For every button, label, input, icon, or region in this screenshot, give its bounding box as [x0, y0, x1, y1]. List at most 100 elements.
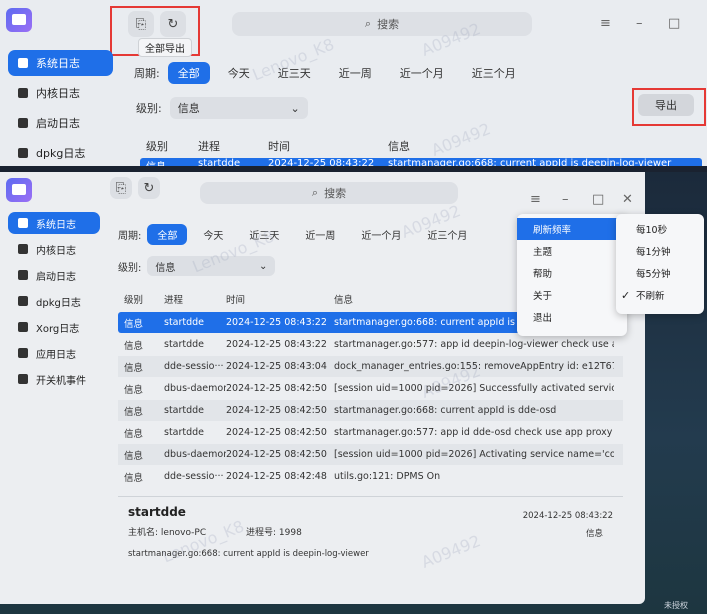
- search-placeholder: 搜索: [324, 187, 347, 200]
- period-3days[interactable]: 近三天: [268, 62, 321, 84]
- refresh-icon: ↻: [167, 16, 179, 32]
- row-time: 2024-12-25 08:42:50: [226, 427, 327, 438]
- row-level: 信息: [140, 158, 198, 166]
- col-header-info[interactable]: 信息: [388, 138, 410, 154]
- export-all-button[interactable]: ⎘: [128, 11, 154, 37]
- menu-item-theme[interactable]: 主题 ›: [517, 240, 627, 262]
- app-logo-icon: [6, 8, 32, 32]
- export-icon: ⎘: [115, 180, 127, 196]
- menu-item-help[interactable]: 帮助: [517, 262, 627, 284]
- search-input[interactable]: ⌕ 搜索: [232, 12, 532, 36]
- table-row[interactable]: 信息 startdde 2024-12-25 08:42:50 startman…: [118, 422, 623, 443]
- table-row[interactable]: 信息 startdde 2024-12-25 08:43:22 startman…: [118, 334, 623, 355]
- col-header-process[interactable]: 进程: [198, 138, 220, 154]
- col-header-level[interactable]: 级别: [118, 292, 164, 306]
- main-menu-icon[interactable]: ≡: [600, 16, 611, 31]
- row-time: 2024-12-25 08:42:50: [226, 405, 327, 416]
- dpkg-log-icon: [18, 296, 28, 306]
- export-icon: ⎘: [135, 16, 147, 32]
- period-today[interactable]: 今天: [218, 62, 260, 84]
- sidebar-item-label: dpkg日志: [36, 147, 86, 160]
- row-level: 信息: [124, 472, 144, 484]
- maximize-button[interactable]: □: [668, 16, 680, 31]
- detail-time: 2024-12-25 08:43:22: [522, 511, 613, 521]
- table-row[interactable]: 信息 dbus-daemon 2024-12-25 08:42:50 [sess…: [118, 444, 623, 465]
- period-month[interactable]: 近一个月: [390, 62, 454, 84]
- log-viewer-window: ⎘ ↻ ⌕ 搜索 ≡ – □ ✕ 系统日志 内核日志 启动日志 dpkg日志 X…: [0, 172, 704, 604]
- refresh-button[interactable]: ↻: [160, 11, 186, 37]
- submenu-item-10s[interactable]: 每10秒: [616, 218, 704, 240]
- detail-pane: startdde 主机名: lenovo-PC 进程号: 1998 2024-1…: [118, 496, 623, 597]
- table-row[interactable]: 信息 startdde 2024-12-25 08:42:50 startman…: [118, 400, 623, 421]
- row-time: 2024-12-25 08:42:50: [226, 449, 327, 460]
- menu-item-exit[interactable]: 退出: [517, 306, 627, 328]
- col-header-time[interactable]: 时间: [226, 292, 334, 306]
- sidebar-item-dpkg-log[interactable]: dpkg日志: [8, 140, 113, 166]
- submenu-item-never[interactable]: ✓ 不刷新: [616, 284, 704, 306]
- submenu-item-label: 不刷新: [636, 291, 665, 302]
- row-time: 2024-12-25 08:43:04: [226, 361, 327, 372]
- level-filter: 级别: 信息 ⌄: [118, 256, 276, 276]
- period-3months[interactable]: 近三个月: [417, 224, 477, 245]
- menu-item-refresh-rate[interactable]: 刷新频率 ›: [517, 218, 627, 240]
- submenu-item-1min[interactable]: 每1分钟: [616, 240, 704, 262]
- menu-item-label: 关于: [533, 291, 553, 302]
- sidebar-item-boot-log[interactable]: 启动日志: [8, 264, 100, 286]
- sidebar-item-dpkg-log[interactable]: dpkg日志: [8, 290, 100, 312]
- chevron-down-icon: ⌄: [258, 260, 268, 272]
- power-events-icon: [18, 374, 28, 384]
- row-level: 信息: [124, 318, 144, 330]
- sidebar-item-kernel-log[interactable]: 内核日志: [8, 238, 100, 260]
- period-3days[interactable]: 近三天: [239, 224, 289, 245]
- search-placeholder: 搜索: [377, 18, 400, 31]
- period-month[interactable]: 近一个月: [351, 224, 411, 245]
- detail-pid: 进程号: 1998: [246, 525, 302, 538]
- period-week[interactable]: 近一周: [329, 62, 382, 84]
- level-select[interactable]: 信息 ⌄: [169, 97, 308, 119]
- maximize-button[interactable]: □: [592, 192, 604, 207]
- submenu-item-5min[interactable]: 每5分钟: [616, 262, 704, 284]
- col-header-level[interactable]: 级别: [146, 138, 168, 154]
- sidebar-item-system-log[interactable]: 系统日志: [8, 212, 100, 234]
- level-select[interactable]: 信息 ⌄: [147, 256, 276, 276]
- table-row[interactable]: 信息 dde-sessio··· 2024-12-25 08:43:04 doc…: [118, 356, 623, 377]
- detail-message: startmanager.go:668: current appId is de…: [128, 549, 369, 559]
- table-row[interactable]: 信息 startdde 2024-12-25 08:43:22 startman…: [140, 158, 702, 166]
- table-row[interactable]: 信息 dde-sessio··· 2024-12-25 08:42:48 uti…: [118, 466, 623, 487]
- menu-item-label: 帮助: [533, 269, 553, 280]
- close-button[interactable]: ✕: [622, 192, 633, 207]
- app-log-icon: [18, 348, 28, 358]
- level-label: 级别:: [118, 262, 142, 274]
- main-menu-icon[interactable]: ≡: [530, 192, 541, 207]
- minimize-button[interactable]: –: [562, 192, 569, 207]
- table-row[interactable]: 信息 dbus-daemon 2024-12-25 08:42:50 [sess…: [118, 378, 623, 399]
- col-header-process[interactable]: 进程: [164, 292, 226, 306]
- sidebar-item-power-events[interactable]: 开关机事件: [8, 368, 100, 390]
- sidebar-item-boot-log[interactable]: 启动日志: [8, 110, 113, 136]
- period-week[interactable]: 近一周: [295, 224, 345, 245]
- row-process: startdde: [164, 427, 205, 438]
- period-today[interactable]: 今天: [193, 224, 233, 245]
- refresh-icon: ↻: [143, 180, 155, 196]
- kernel-log-icon: [18, 88, 28, 98]
- app-logo-icon: [6, 178, 32, 202]
- row-info: dock_manager_entries.go:155: removeAppEn…: [334, 361, 614, 372]
- row-level: 信息: [124, 384, 144, 396]
- sidebar-item-app-log[interactable]: 应用日志: [8, 342, 100, 364]
- export-button[interactable]: 导出: [638, 94, 694, 116]
- refresh-button[interactable]: ↻: [138, 177, 160, 199]
- sidebar-item-label: 系统日志: [36, 57, 80, 70]
- export-all-button[interactable]: ⎘: [110, 177, 132, 199]
- period-3months[interactable]: 近三个月: [462, 62, 526, 84]
- row-level: 信息: [124, 428, 144, 440]
- period-all[interactable]: 全部: [147, 224, 188, 245]
- col-header-time[interactable]: 时间: [268, 138, 290, 154]
- sidebar-item-system-log[interactable]: 系统日志: [8, 50, 113, 76]
- checkmark-icon: ✓: [621, 288, 631, 302]
- period-all[interactable]: 全部: [167, 62, 210, 84]
- menu-item-about[interactable]: 关于: [517, 284, 627, 306]
- sidebar-item-kernel-log[interactable]: 内核日志: [8, 80, 113, 106]
- sidebar-item-xorg-log[interactable]: Xorg日志: [8, 316, 100, 338]
- search-input[interactable]: ⌕ 搜索: [200, 182, 458, 204]
- minimize-button[interactable]: –: [636, 16, 643, 31]
